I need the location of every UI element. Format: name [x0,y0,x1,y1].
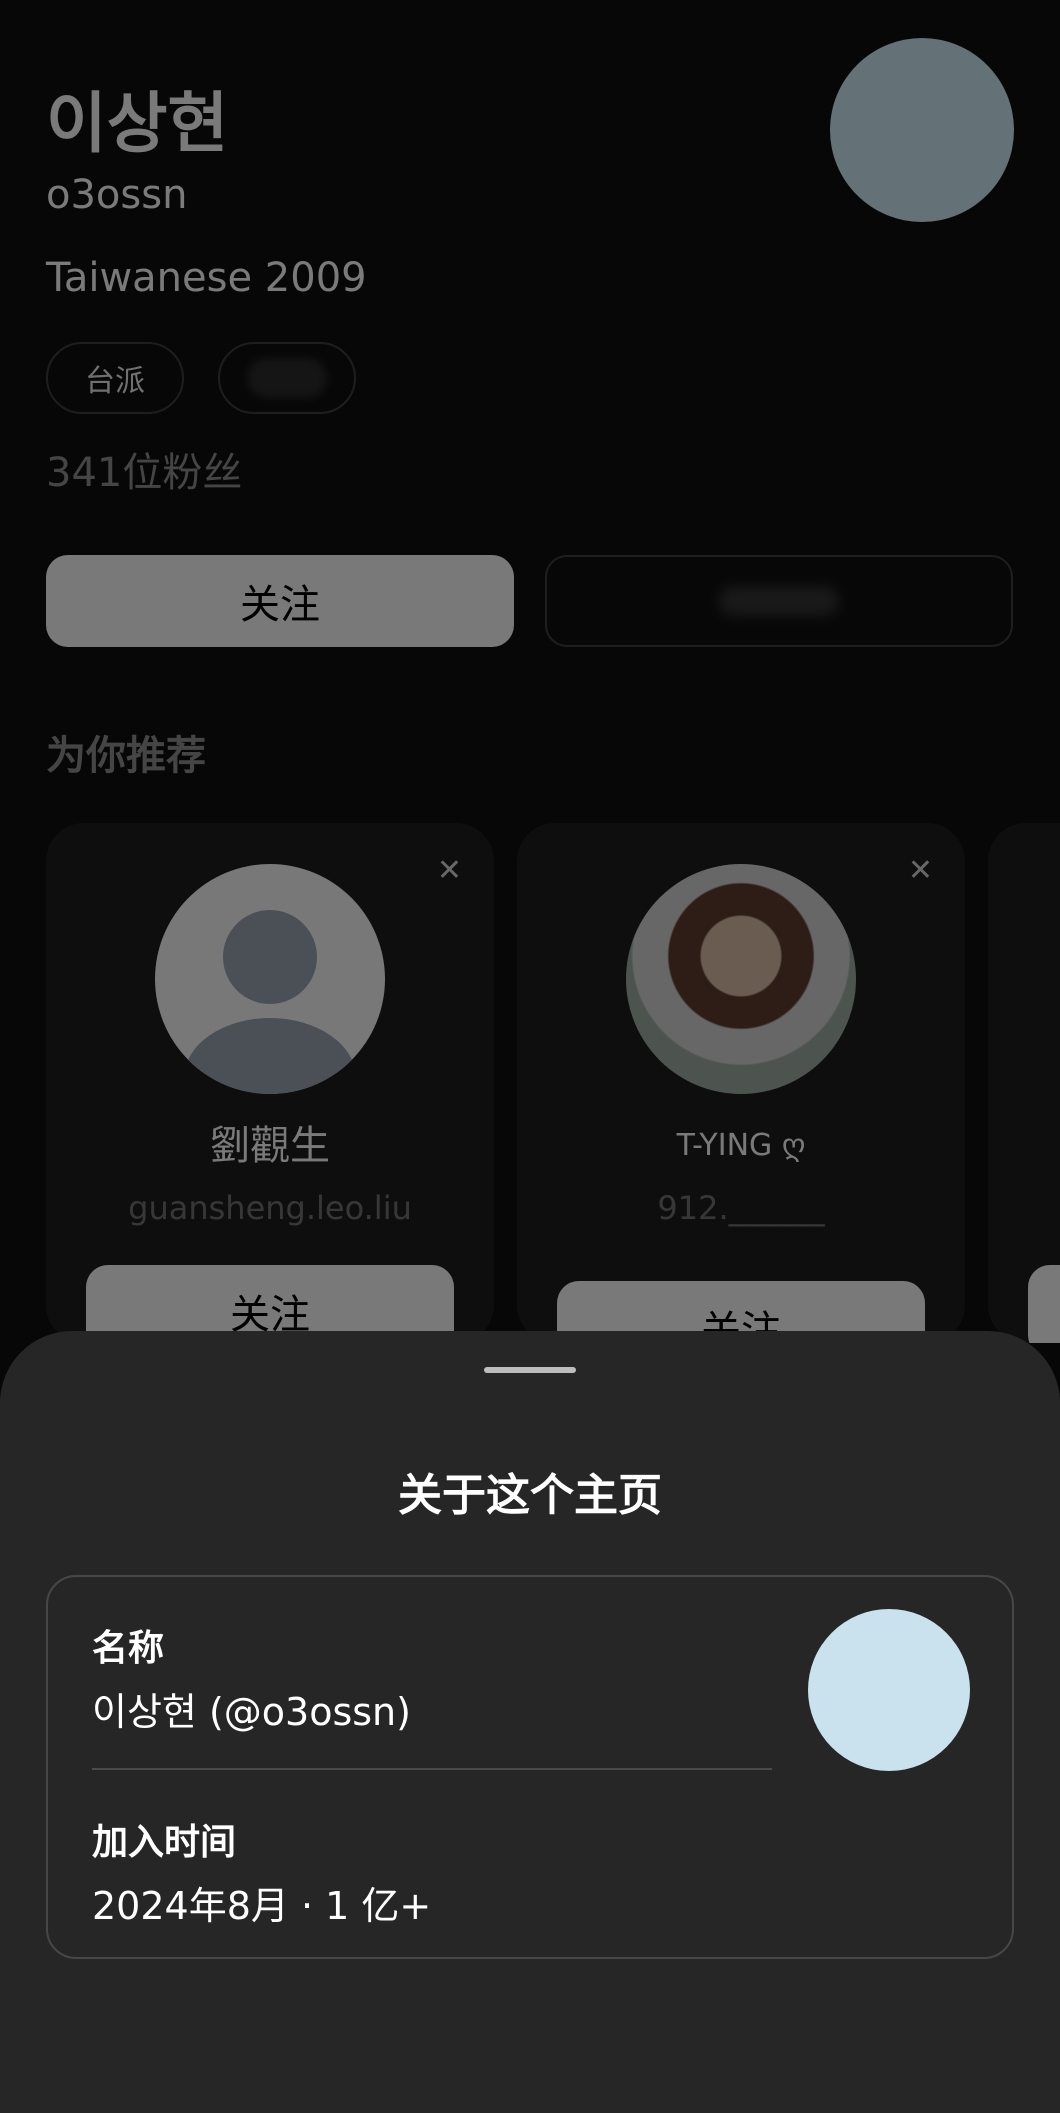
name-label: 名称 [92,1628,165,1669]
divider [92,1768,772,1770]
joined-value: 2024年8月 · 1 亿+ [92,1884,432,1928]
avatar [808,1609,970,1771]
joined-label: 加入时间 [92,1822,237,1863]
sheet-title: 关于这个主页 [398,1470,662,1521]
about-sheet: 关于这个主页 名称 이상현 (@o3ossn) 加入时间 2024年8月 · 1… [0,1331,1060,2113]
info-card: 名称 이상현 (@o3ossn) 加入时间 2024年8月 · 1 亿+ [46,1575,1014,1959]
name-value: 이상현 (@o3ossn) [92,1690,411,1734]
sheet-grabber[interactable] [484,1367,576,1373]
